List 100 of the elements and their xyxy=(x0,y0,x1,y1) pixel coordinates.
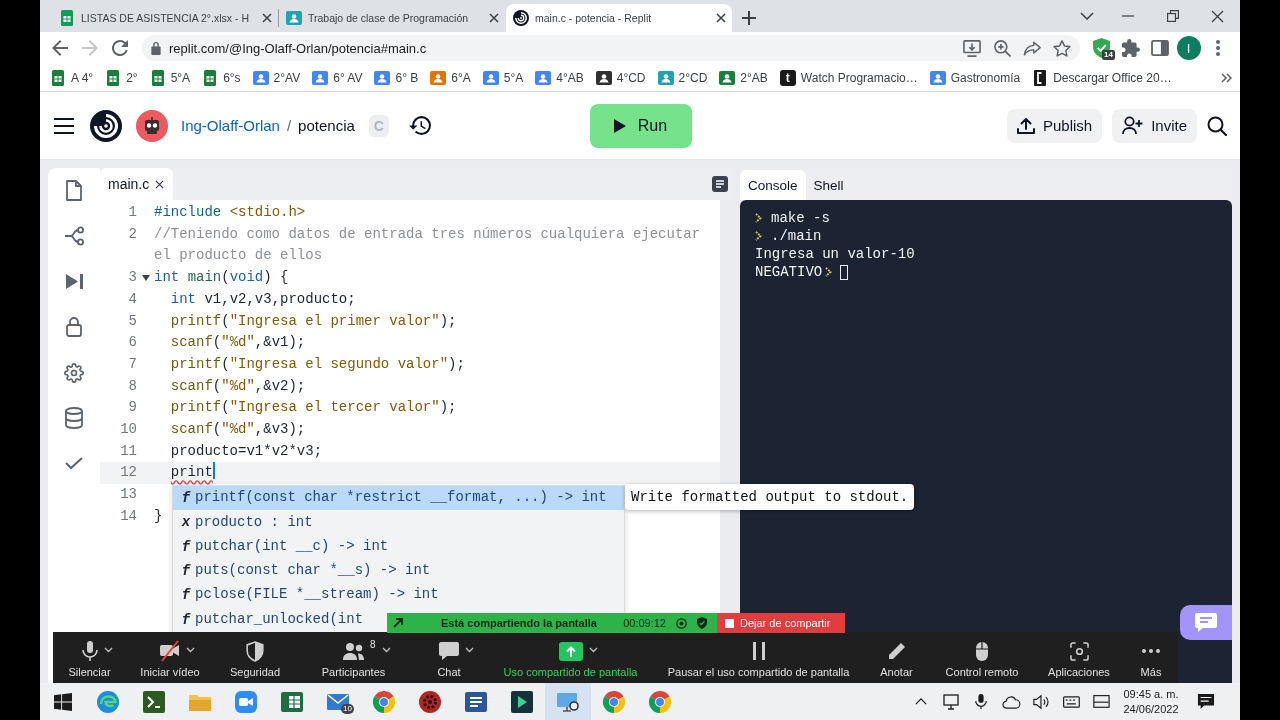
repl-name[interactable]: potencia xyxy=(298,117,355,134)
publish-button[interactable]: Publish xyxy=(1006,108,1103,143)
keyboard-icon[interactable] xyxy=(1062,695,1080,708)
chat-button[interactable]: Chat xyxy=(411,632,487,683)
browser-tab[interactable]: Trabajo de clase de Programación xyxy=(279,4,505,32)
bookmark[interactable]: 2° xyxy=(99,65,144,90)
close-icon[interactable] xyxy=(489,13,499,23)
floating-chat-button[interactable] xyxy=(1180,605,1232,640)
zoom-in-icon[interactable] xyxy=(993,39,1011,57)
fold-icon[interactable] xyxy=(141,274,150,281)
security-button[interactable]: Seguridad xyxy=(214,632,296,683)
bookmark[interactable]: 5°A xyxy=(476,65,530,90)
address-bar[interactable]: replit.com/@Ing-Olaff-Orlan/potencia#main.c xyxy=(142,35,1080,61)
bookmark[interactable]: 6°s xyxy=(196,65,247,90)
more-button[interactable]: Más xyxy=(1124,632,1178,683)
minimize-icon[interactable] xyxy=(1121,15,1134,17)
mute-button[interactable]: Silenciar xyxy=(53,632,126,683)
autocomplete-item[interactable]: f putchar(int __c) -> int xyxy=(173,534,624,559)
close-icon[interactable] xyxy=(1211,9,1224,23)
record-icon[interactable] xyxy=(676,617,687,629)
run-button[interactable]: Run xyxy=(589,103,692,148)
autocomplete-item[interactable]: x producto : int xyxy=(173,510,624,535)
lock-icon[interactable] xyxy=(151,41,161,55)
bookmark[interactable]: 6° AV xyxy=(306,65,369,90)
bookmark[interactable]: 2°AB xyxy=(713,65,774,90)
mic-icon[interactable] xyxy=(974,694,988,709)
bookmark[interactable]: 2°CD xyxy=(651,65,714,90)
cloud-icon[interactable] xyxy=(1001,694,1021,709)
bookmark[interactable]: Descargar Office 20… xyxy=(1026,65,1178,90)
network-icon[interactable] xyxy=(943,693,959,710)
close-icon[interactable] xyxy=(262,13,272,23)
branch-icon[interactable] xyxy=(64,226,84,247)
bookmark[interactable]: 6° B xyxy=(368,65,425,90)
autocomplete-item[interactable]: f printf(const char *restrict __format, ...) -> int xyxy=(173,486,624,511)
bookmark[interactable]: Gastronomía xyxy=(923,65,1027,90)
caret-icon[interactable] xyxy=(186,647,195,653)
browser-tab[interactable]: LISTAS DE ASISTENCIA 2°.xlsx - H xyxy=(52,4,278,32)
autocomplete-item[interactable]: f pclose(FILE *__stream) -> int xyxy=(173,583,624,608)
bookmark[interactable]: 6°A xyxy=(424,65,477,90)
chevron-up-icon[interactable] xyxy=(915,698,927,705)
list-icon[interactable] xyxy=(712,176,728,192)
bookmark[interactable]: t Watch Programacio… xyxy=(773,65,924,90)
bookmark[interactable]: 2°AV xyxy=(246,65,307,90)
search-icon[interactable] xyxy=(1207,115,1227,136)
back-icon[interactable] xyxy=(52,40,68,56)
file-tab[interactable]: main.c xyxy=(100,168,174,200)
start-video-button[interactable]: Iniciar vídeo xyxy=(126,632,214,683)
double-chevron-icon[interactable] xyxy=(1220,72,1232,83)
puzzle-icon[interactable] xyxy=(1121,39,1140,57)
share-icon[interactable] xyxy=(1023,40,1041,56)
arrow-icon[interactable] xyxy=(393,618,403,628)
caret-icon[interactable] xyxy=(103,647,113,653)
menu-icon[interactable] xyxy=(54,117,74,134)
plus-icon[interactable] xyxy=(742,11,756,25)
more-icon[interactable] xyxy=(1215,40,1220,56)
taskbar-button[interactable]: 10 xyxy=(315,683,361,720)
volume-icon[interactable] xyxy=(1033,693,1049,710)
stop-share-button[interactable]: Dejar de compartir xyxy=(717,613,845,633)
check-icon[interactable] xyxy=(65,457,83,471)
caret-icon[interactable] xyxy=(588,647,598,653)
history-icon[interactable] xyxy=(408,116,431,135)
invite-button[interactable]: Invite xyxy=(1112,108,1197,143)
database-icon[interactable] xyxy=(65,407,83,430)
play-bar-icon[interactable] xyxy=(65,273,83,291)
annotate-button[interactable]: Anotar xyxy=(863,632,930,683)
download-screen-icon[interactable] xyxy=(963,39,981,57)
owner-link[interactable]: Ing-Olaff-Orlan xyxy=(181,117,280,134)
apps-button[interactable]: Aplicaciones xyxy=(1034,632,1124,683)
bookmark[interactable]: 4°AB xyxy=(529,65,590,90)
spiral-logo-icon[interactable] xyxy=(90,109,122,142)
start-icon[interactable] xyxy=(53,692,72,711)
restore-icon[interactable] xyxy=(1166,10,1179,22)
panel-tab[interactable]: Console xyxy=(740,170,806,200)
reload-icon[interactable] xyxy=(112,40,128,56)
settings-icon[interactable] xyxy=(64,362,84,383)
bookmark[interactable]: A 4° xyxy=(44,65,100,90)
display-icon[interactable] xyxy=(1092,695,1110,708)
symbol-icon: f xyxy=(181,563,191,580)
bookmark[interactable]: 4°CD xyxy=(589,65,652,90)
robot-avatar-icon[interactable] xyxy=(136,109,168,142)
remote-control-button[interactable]: Control remoto xyxy=(930,632,1034,683)
notification-icon[interactable] xyxy=(1197,693,1215,710)
panel-tab[interactable]: Shell xyxy=(805,170,852,200)
star-icon[interactable] xyxy=(1053,39,1071,57)
bookmark[interactable]: 5°A xyxy=(143,65,197,90)
autocomplete-item[interactable]: f puts(const char *__s) -> int xyxy=(173,558,624,584)
file-icon[interactable] xyxy=(66,180,82,202)
caret-icon[interactable] xyxy=(381,647,391,653)
browser-tab[interactable]: main.c - potencia - Replit xyxy=(506,4,732,32)
lock-icon[interactable] xyxy=(66,317,82,338)
share-screen-button[interactable]: Uso compartido de pantalla xyxy=(487,632,654,683)
chevron-down-icon[interactable] xyxy=(1080,12,1094,20)
participants-button[interactable]: 8 Participantes xyxy=(296,632,411,683)
close-icon[interactable] xyxy=(155,179,165,189)
close-icon[interactable] xyxy=(716,13,726,23)
shield-icon[interactable] xyxy=(697,617,707,629)
caret-icon[interactable] xyxy=(465,647,474,653)
side-panel-icon[interactable] xyxy=(1150,40,1169,56)
profile-avatar[interactable]: I xyxy=(1176,36,1201,60)
pause-share-button[interactable]: Pausar el uso compartido de pantalla xyxy=(654,632,863,683)
